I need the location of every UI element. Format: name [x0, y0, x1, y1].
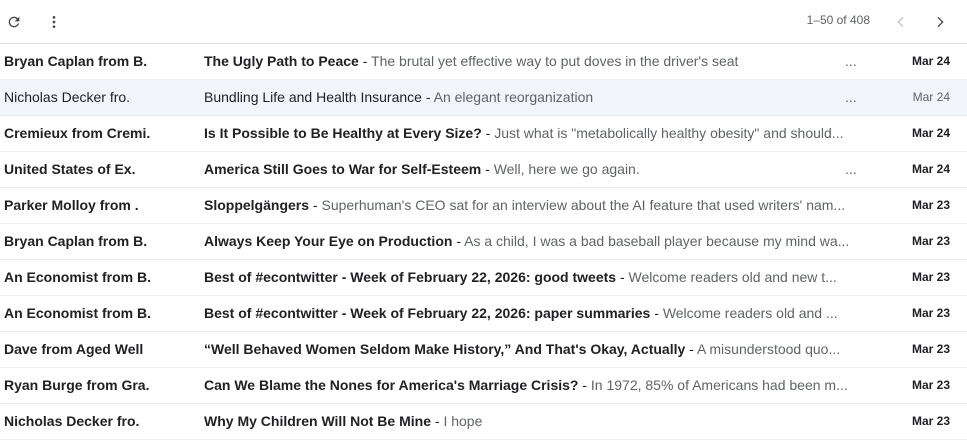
- email-content: Bundling Life and Health Insurance - An …: [204, 89, 594, 105]
- chevron-left-icon[interactable]: [887, 8, 915, 36]
- email-content: Best of #econtwitter - Week of February …: [204, 269, 837, 285]
- email-date: Mar 23: [911, 234, 950, 248]
- email-date: Mar 23: [911, 378, 950, 392]
- email-content: “Well Behaved Women Seldom Make History,…: [204, 341, 841, 357]
- email-row[interactable]: United States of Ex. America Still Goes …: [0, 152, 967, 188]
- email-date: Mar 23: [911, 414, 950, 428]
- email-snippet: The brutal yet effective way to put dove…: [371, 53, 739, 69]
- email-content: Always Keep Your Eye on Production - As …: [204, 233, 850, 249]
- email-subject: Is It Possible to Be Healthy at Every Si…: [204, 125, 482, 141]
- email-row[interactable]: Parker Molloy from . Sloppelgängers - Su…: [0, 188, 967, 224]
- email-sender: Dave from Aged Well: [4, 341, 144, 357]
- email-subject: America Still Goes to War for Self-Estee…: [204, 161, 482, 177]
- email-snippet: A misunderstood quo...: [696, 341, 841, 357]
- email-trail: ...: [845, 53, 857, 69]
- email-content: America Still Goes to War for Self-Estee…: [204, 161, 640, 177]
- email-content: Is It Possible to Be Healthy at Every Si…: [204, 125, 844, 141]
- email-subject: Sloppelgängers: [204, 197, 310, 213]
- email-snippet: Welcome readers old and ...: [662, 305, 838, 321]
- email-snippet: I hope: [443, 413, 483, 429]
- email-date: Mar 24: [912, 90, 950, 104]
- email-trail: ...: [845, 89, 857, 105]
- email-sender: Parker Molloy from .: [4, 197, 139, 213]
- email-row[interactable]: An Economist from B. Best of #econtwitte…: [0, 296, 967, 332]
- more-vert-icon[interactable]: [40, 8, 68, 36]
- email-sender: An Economist from B.: [4, 269, 152, 285]
- email-row[interactable]: Dave from Aged Well “Well Behaved Women …: [0, 332, 967, 368]
- email-subject: Can We Blame the Nones for America's Mar…: [204, 377, 579, 393]
- email-sender: Bryan Caplan from B.: [4, 233, 148, 249]
- email-snippet: An elegant reorganization: [433, 89, 594, 105]
- email-trail: ...: [845, 161, 857, 177]
- email-snippet: As a child, I was a bad baseball player …: [464, 233, 850, 249]
- pagination-count: 1–50 of 408: [806, 13, 870, 27]
- email-subject: Always Keep Your Eye on Production: [204, 233, 453, 249]
- email-row[interactable]: Nicholas Decker fro. Bundling Life and H…: [0, 80, 967, 116]
- email-date: Mar 24: [911, 126, 950, 140]
- email-date: Mar 23: [911, 306, 950, 320]
- email-subject: Why My Children Will Not Be Mine: [204, 413, 431, 429]
- email-date: Mar 23: [911, 198, 950, 212]
- email-sender: Cremieux from Cremi.: [4, 125, 151, 141]
- email-date: Mar 23: [911, 270, 950, 284]
- refresh-icon[interactable]: [0, 8, 28, 36]
- email-row[interactable]: Nicholas Decker fro. Why My Children Wil…: [0, 404, 967, 440]
- email-sender: United States of Ex.: [4, 161, 136, 177]
- email-date: Mar 23: [911, 342, 950, 356]
- email-content: The Ugly Path to Peace - The brutal yet …: [204, 53, 739, 69]
- email-subject: Best of #econtwitter - Week of February …: [204, 269, 617, 285]
- email-row[interactable]: Bryan Caplan from B. The Ugly Path to Pe…: [0, 44, 967, 80]
- email-row[interactable]: Bryan Caplan from B. Always Keep Your Ey…: [0, 224, 967, 260]
- email-snippet: Welcome readers old and new t...: [628, 269, 837, 285]
- email-snippet: Well, here we go again.: [493, 161, 640, 177]
- chevron-right-icon[interactable]: [926, 8, 954, 36]
- email-subject: Bundling Life and Health Insurance: [204, 89, 422, 105]
- email-content: Can We Blame the Nones for America's Mar…: [204, 377, 848, 393]
- email-content: Best of #econtwitter - Week of February …: [204, 305, 838, 321]
- email-row[interactable]: An Economist from B. Best of #econtwitte…: [0, 260, 967, 296]
- email-sender: Nicholas Decker fro.: [4, 413, 140, 429]
- email-content: Sloppelgängers - Superhuman's CEO sat fo…: [204, 197, 846, 213]
- email-list: Bryan Caplan from B. The Ugly Path to Pe…: [0, 44, 967, 440]
- email-subject: The Ugly Path to Peace: [204, 53, 359, 69]
- email-subject: Best of #econtwitter - Week of February …: [204, 305, 651, 321]
- email-row[interactable]: Cremieux from Cremi. Is It Possible to B…: [0, 116, 967, 152]
- email-snippet: Superhuman's CEO sat for an interview ab…: [321, 197, 846, 213]
- email-snippet: Just what is "metabolically healthy obes…: [494, 125, 844, 141]
- email-sender: Ryan Burge from Gra.: [4, 377, 150, 393]
- email-sender: An Economist from B.: [4, 305, 152, 321]
- email-date: Mar 24: [911, 162, 950, 176]
- email-content: Why My Children Will Not Be Mine - I hop…: [204, 413, 483, 429]
- email-row[interactable]: Ryan Burge from Gra. Can We Blame the No…: [0, 368, 967, 404]
- email-sender: Bryan Caplan from B.: [4, 53, 148, 69]
- email-date: Mar 24: [911, 54, 950, 68]
- email-sender: Nicholas Decker fro.: [4, 89, 131, 105]
- email-subject: “Well Behaved Women Seldom Make History,…: [204, 341, 686, 357]
- email-snippet: In 1972, 85% of Americans had been m...: [590, 377, 848, 393]
- mail-toolbar: 1–50 of 408: [0, 0, 967, 44]
